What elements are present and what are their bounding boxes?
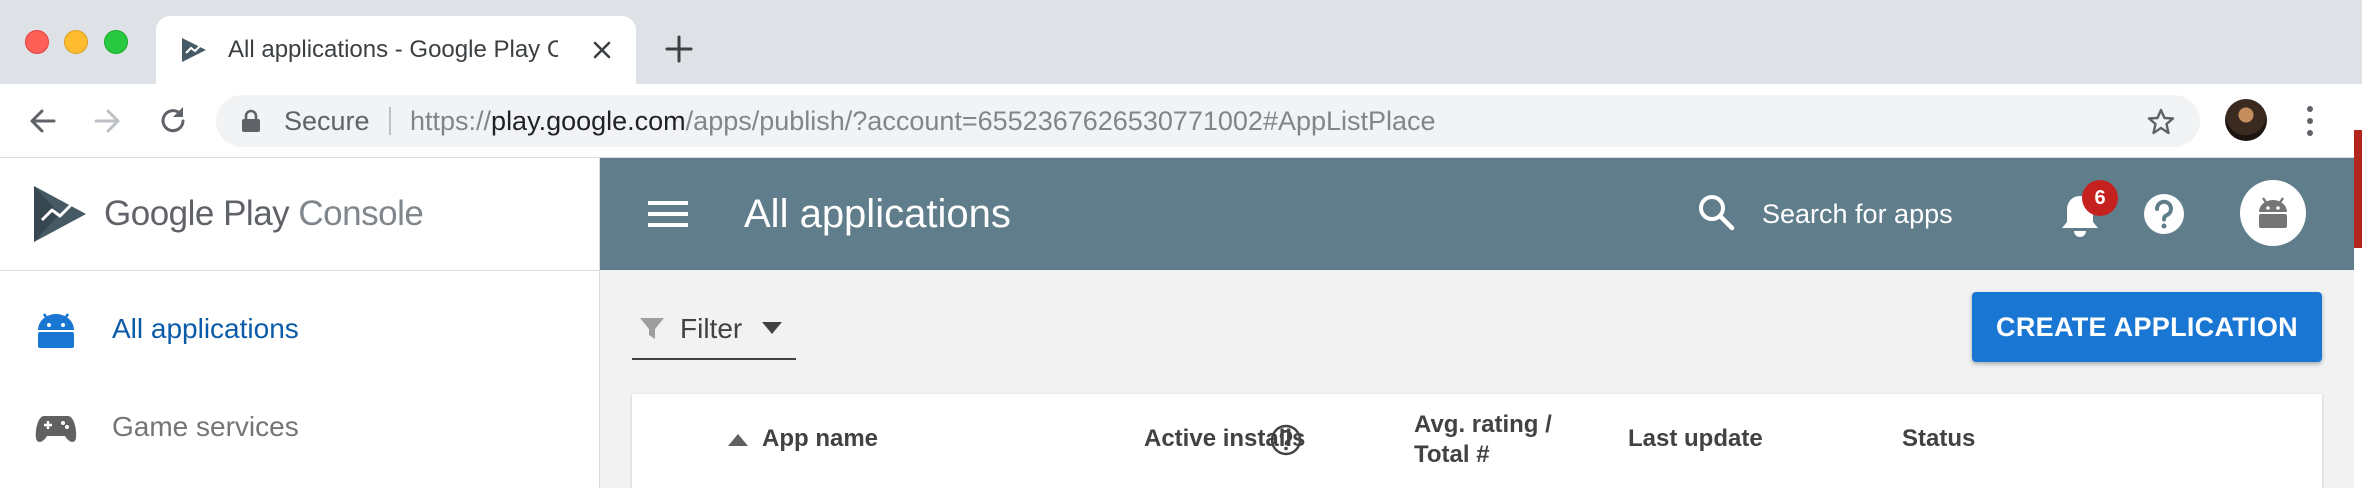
back-arrow-icon[interactable]	[26, 104, 60, 138]
sidebar-item-label: Game services	[112, 411, 299, 442]
browser-profile-avatar[interactable]	[2225, 99, 2267, 141]
sidebar-item-all-applications[interactable]: All applications	[0, 280, 600, 376]
column-header-avg-rating[interactable]: Avg. rating /	[1414, 410, 1552, 440]
bookmark-star-icon[interactable]	[2146, 107, 2176, 137]
window-maximize-button[interactable]	[104, 30, 128, 54]
logo-text: Google Play Console	[104, 194, 424, 234]
help-icon[interactable]	[2142, 192, 2186, 236]
browser-menu-icon[interactable]	[2300, 104, 2320, 138]
search-input[interactable]: Search for apps	[1762, 198, 1953, 230]
browser-tabstrip: All applications - Google Play Console	[0, 0, 2362, 84]
new-tab-icon[interactable]	[664, 34, 694, 64]
app-header: All applications Search for apps 6	[600, 158, 2354, 270]
sort-ascending-icon[interactable]	[728, 434, 748, 446]
logo-product: Console	[298, 194, 424, 233]
lock-icon	[242, 109, 260, 132]
android-avatar-icon	[2259, 197, 2287, 228]
caret-down-icon	[762, 322, 782, 334]
forward-arrow-icon[interactable]	[90, 104, 124, 138]
browser-toolbar: Secure https://play.google.com/apps/publ…	[0, 84, 2362, 158]
url-prefix: https://	[410, 106, 492, 136]
filter-label: Filter	[680, 313, 743, 344]
browser-tab-active[interactable]: All applications - Google Play Console	[156, 16, 636, 84]
help-circle-icon[interactable]	[1270, 424, 1302, 456]
window-close-button[interactable]	[25, 30, 49, 54]
tab-close-icon[interactable]	[588, 36, 616, 64]
gamepad-icon	[35, 416, 77, 442]
play-console-favicon-icon	[182, 38, 206, 62]
address-separator	[389, 107, 391, 135]
url-domain: play.google.com	[491, 106, 686, 136]
reload-icon[interactable]	[156, 104, 190, 138]
filter-funnel-icon	[640, 318, 664, 339]
url-path: /apps/publish/?account=65523676265307710…	[685, 106, 1436, 136]
secure-label: Secure	[284, 106, 370, 136]
main-content: Filter CREATE APPLICATION App name Activ…	[600, 270, 2354, 488]
search-icon[interactable]	[1696, 192, 1736, 232]
create-application-button[interactable]: CREATE APPLICATION	[1972, 292, 2322, 362]
column-header-total: Total #	[1414, 441, 1490, 468]
tab-title: All applications - Google Play Console	[228, 36, 558, 63]
page-title: All applications	[744, 192, 1011, 236]
address-bar[interactable]: Secure https://play.google.com/apps/publ…	[216, 95, 2200, 147]
applications-table: App name Active installs Avg. rating / T…	[632, 394, 2322, 488]
play-console-logo-icon	[34, 186, 86, 242]
notification-count-badge: 6	[2082, 180, 2118, 216]
column-header-last-update[interactable]: Last update	[1628, 424, 1763, 454]
sidebar: Google Play Console All applications Gam…	[0, 158, 600, 488]
edge-strip	[2354, 130, 2362, 248]
logo-brand: Google Play	[104, 194, 290, 233]
account-avatar[interactable]	[2240, 180, 2306, 246]
sidebar-item-game-services[interactable]: Game services	[0, 378, 600, 474]
android-icon	[38, 313, 74, 348]
column-header-app-name[interactable]: App name	[762, 424, 878, 454]
sidebar-item-label: All applications	[112, 313, 299, 344]
filter-dropdown[interactable]: Filter	[632, 310, 796, 360]
column-header-status[interactable]: Status	[1902, 424, 1975, 454]
hamburger-menu-icon[interactable]	[648, 198, 688, 230]
console-logo[interactable]: Google Play Console	[0, 158, 600, 271]
url-text[interactable]: https://play.google.com/apps/publish/?ac…	[410, 107, 1436, 135]
window-minimize-button[interactable]	[64, 30, 88, 54]
